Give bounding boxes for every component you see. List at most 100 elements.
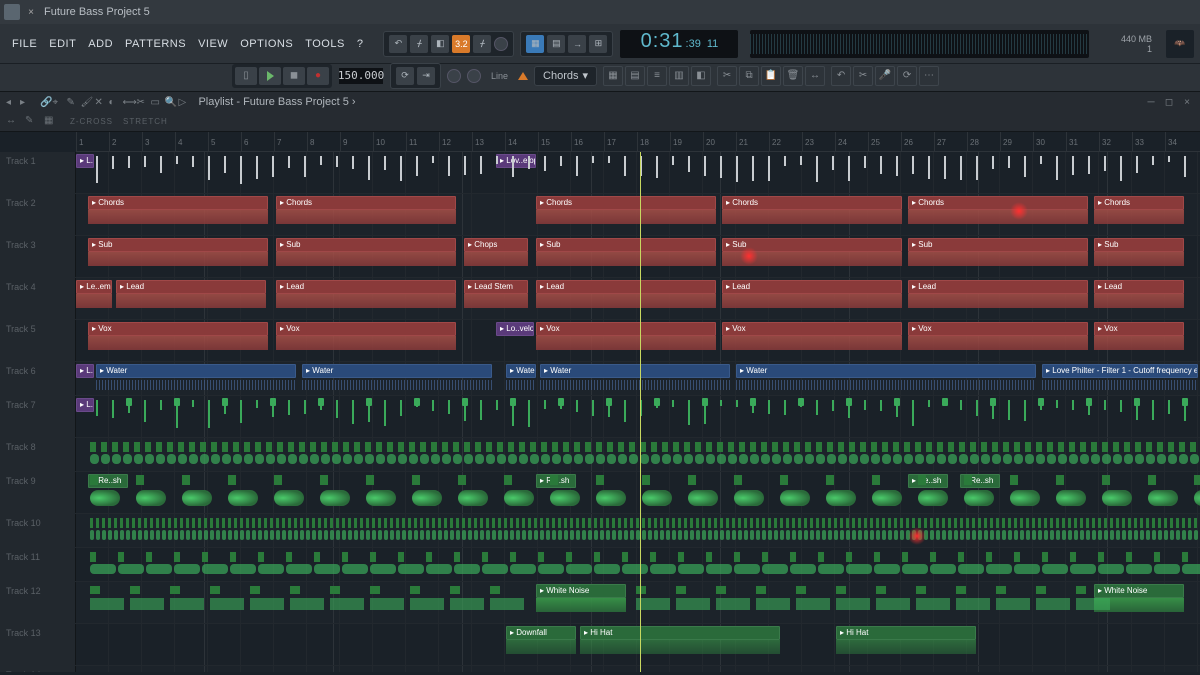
tool-plugin-db[interactable]: ◧ bbox=[691, 66, 711, 86]
clip[interactable]: ▸ Lead bbox=[536, 280, 716, 294]
clip[interactable]: ▸ L..lope bbox=[76, 154, 94, 168]
tool-scissors[interactable]: ✂ bbox=[853, 66, 873, 86]
menu-help[interactable]: ? bbox=[351, 35, 370, 53]
clip[interactable]: ▸ Vox bbox=[908, 322, 1088, 336]
clip[interactable]: ▸ Hi Hat bbox=[580, 626, 780, 640]
draw-tool-icon[interactable]: ✎ bbox=[66, 97, 80, 108]
playlist-breadcrumb[interactable]: Playlist - Future Bass Project 5 › bbox=[198, 96, 355, 108]
tool-paste[interactable]: 📋 bbox=[761, 66, 781, 86]
play-tool-icon[interactable]: ▷ bbox=[178, 97, 192, 108]
piano-roll-button[interactable]: ▤ bbox=[547, 35, 565, 53]
stop-button[interactable]: ◼ bbox=[283, 67, 305, 85]
tool-piano[interactable]: ▤ bbox=[625, 66, 645, 86]
menu-view[interactable]: VIEW bbox=[192, 35, 234, 53]
track-header[interactable]: Track 6 bbox=[0, 362, 76, 395]
swing-knob[interactable] bbox=[494, 37, 508, 51]
channel-rack-button[interactable]: ⊞ bbox=[589, 35, 607, 53]
menu-options[interactable]: OPTIONS bbox=[234, 35, 299, 53]
track-header[interactable]: Track 14 bbox=[0, 666, 76, 672]
clip[interactable]: ▸ Vox bbox=[536, 322, 716, 336]
clip[interactable]: ▸ White Noise bbox=[1094, 584, 1184, 598]
tool-playlist[interactable]: ▦ bbox=[603, 66, 623, 86]
clip[interactable]: ▸ Water bbox=[96, 364, 296, 378]
clip[interactable]: ▸ Sub bbox=[722, 238, 902, 252]
tool-nudge[interactable]: ↔ bbox=[805, 66, 825, 86]
clip[interactable]: ▸ Chops bbox=[464, 238, 528, 252]
clip[interactable]: ▸ Water bbox=[302, 364, 492, 378]
clip[interactable]: ▸ Love Philter - Filter 1 - Cutoff frequ… bbox=[1042, 364, 1198, 378]
track-lane[interactable]: ▸ L..lope ▸ Lov..elope bbox=[76, 152, 1200, 193]
clip[interactable]: ▸ Chords bbox=[1094, 196, 1184, 210]
track-header[interactable]: Track 4 bbox=[0, 278, 76, 319]
track-lane[interactable]: ▸ Re..sh▸ Re..sh▸ Re..sh▸ Re..sh bbox=[76, 472, 1200, 513]
close-window-icon[interactable]: × bbox=[1180, 97, 1194, 108]
stretch-tool-icon[interactable]: ↔ bbox=[6, 115, 22, 129]
clip[interactable]: ▸ Sub bbox=[88, 238, 268, 252]
track-header[interactable]: Track 7 bbox=[0, 396, 76, 437]
tool-undo2[interactable]: ↶ bbox=[831, 66, 851, 86]
track-lane[interactable] bbox=[76, 666, 1200, 672]
menu-patterns[interactable]: PATTERNS bbox=[119, 35, 192, 53]
zoom-tool-icon[interactable]: 🔍 bbox=[164, 97, 178, 108]
tempo-display[interactable]: 150.000 bbox=[338, 67, 384, 85]
metronome-icon[interactable]: ᚋ bbox=[473, 35, 491, 53]
tool-cut[interactable]: ✂ bbox=[717, 66, 737, 86]
fwd-arrow-icon[interactable]: ▸ bbox=[20, 97, 34, 108]
clip[interactable]: ▸ Chords bbox=[536, 196, 716, 210]
track-lane[interactable]: ▸ Sub▸ Sub▸ Chops▸ Sub▸ Sub▸ Sub▸ Sub bbox=[76, 236, 1200, 277]
erase-tool-icon[interactable]: ✕ bbox=[94, 97, 108, 108]
track-lane[interactable]: ▸ L..lope bbox=[76, 396, 1200, 437]
tool-copy[interactable]: ⧉ bbox=[739, 66, 759, 86]
clip[interactable]: ▸ Lead Stem bbox=[464, 280, 528, 294]
track-header[interactable]: Track 10 bbox=[0, 514, 76, 547]
slice-tool-icon[interactable]: ✂ bbox=[136, 97, 150, 108]
playlist-view-button[interactable]: ▦ bbox=[526, 35, 544, 53]
clip[interactable]: ▸ L..lope bbox=[76, 398, 94, 412]
menu-edit[interactable]: EDIT bbox=[43, 35, 82, 53]
track-lane[interactable] bbox=[76, 514, 1200, 547]
clip[interactable]: ▸ Lo..velope bbox=[496, 322, 534, 336]
master-waveform[interactable] bbox=[749, 29, 1090, 59]
minimize-icon[interactable]: ─ bbox=[1144, 97, 1158, 108]
tool-loop[interactable]: ⟳ bbox=[897, 66, 917, 86]
clip[interactable]: ▸ Downfall bbox=[506, 626, 576, 640]
clip[interactable]: ▸ Vox bbox=[276, 322, 456, 336]
clip[interactable]: ▸ Chords bbox=[88, 196, 268, 210]
clip[interactable]: ▸ Sub bbox=[536, 238, 716, 252]
slip-icon[interactable]: ✎ bbox=[25, 115, 41, 129]
track-lane[interactable]: ▸ White Noise ▸ White Noise bbox=[76, 582, 1200, 623]
clip[interactable]: ▸ Vox bbox=[722, 322, 902, 336]
track-header[interactable]: Track 5 bbox=[0, 320, 76, 361]
clip[interactable]: ▸ Vox bbox=[88, 322, 268, 336]
tool-settings[interactable]: ⋯ bbox=[919, 66, 939, 86]
clip[interactable]: ▸ White Noise bbox=[536, 584, 626, 598]
time-display[interactable]: 0:31 :39 11 bbox=[619, 29, 739, 59]
tool-mic[interactable]: 🎤 bbox=[875, 66, 895, 86]
clip[interactable]: ▸ Sub bbox=[908, 238, 1088, 252]
track-lane[interactable]: ▸ L..lope▸ Water▸ Water▸ Water▸ Water▸ W… bbox=[76, 362, 1200, 395]
track-lane[interactable]: ▸ Le..em▸ Lead▸ Lead▸ Lead Stem▸ Lead▸ L… bbox=[76, 278, 1200, 319]
clip[interactable]: ▸ L..lope bbox=[76, 364, 94, 378]
menu-file[interactable]: FILE bbox=[6, 35, 43, 53]
menu-tools[interactable]: TOOLS bbox=[299, 35, 351, 53]
play-button[interactable] bbox=[259, 67, 281, 85]
tool-delete[interactable]: 🗑 bbox=[783, 66, 803, 86]
clip[interactable]: ▸ Le..em bbox=[76, 280, 112, 294]
magnet-icon[interactable]: ⌖ bbox=[52, 97, 66, 108]
step-counter[interactable]: 3.2 bbox=[452, 35, 470, 53]
track-lane[interactable]: ▸ Vox▸ Vox▸ Lo..velope▸ Vox▸ Vox▸ Vox▸ V… bbox=[76, 320, 1200, 361]
mute-tool-icon[interactable]: ◐ bbox=[108, 97, 122, 108]
clip[interactable]: ▸ Water bbox=[540, 364, 730, 378]
render-icon[interactable]: ⟳ bbox=[396, 67, 414, 85]
sync-icon[interactable]: ᚋ bbox=[410, 35, 428, 53]
clip[interactable]: ▸ Lead bbox=[276, 280, 456, 294]
track-header[interactable]: Track 12 bbox=[0, 582, 76, 623]
track-header[interactable]: Track 9 bbox=[0, 472, 76, 513]
clip[interactable]: ▸ Lov..elope bbox=[496, 154, 536, 168]
track-lane[interactable]: ▸ Chords▸ Chords▸ Chords▸ Chords▸ Chords… bbox=[76, 194, 1200, 235]
track-header[interactable]: Track 1 bbox=[0, 152, 76, 193]
select-tool-icon[interactable]: ▭ bbox=[150, 97, 164, 108]
master-volume-knob[interactable] bbox=[447, 69, 461, 83]
clip[interactable]: ▸ Chords bbox=[276, 196, 456, 210]
pattern-mode-button[interactable]: ▯ bbox=[235, 67, 257, 85]
